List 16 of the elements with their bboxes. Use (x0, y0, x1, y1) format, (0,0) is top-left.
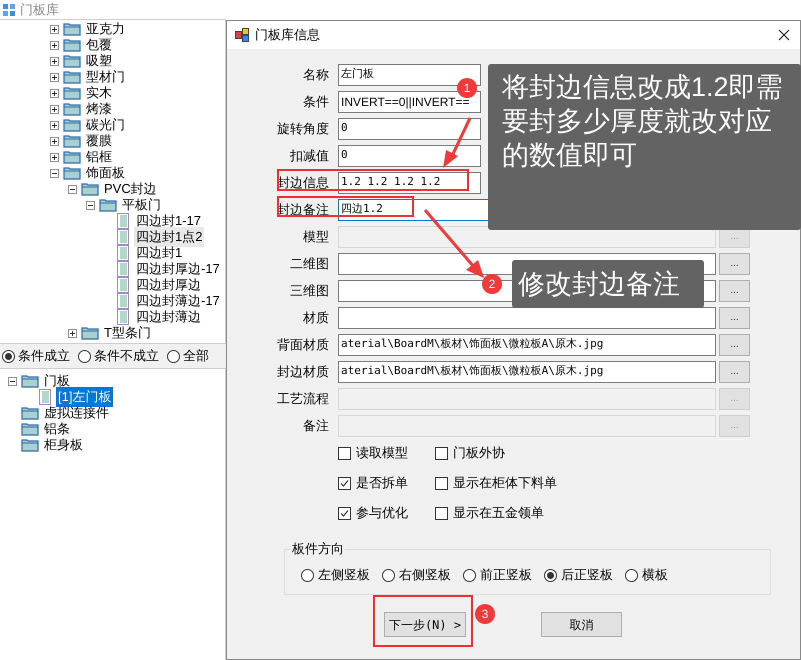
field-label: 工艺流程 (276, 390, 330, 408)
callout-tooltip: 修改封边备注 (512, 260, 704, 308)
field-label: 备注 (302, 416, 330, 435)
field-label: 条件 (302, 92, 330, 111)
field-label: 封边材质 (276, 362, 330, 381)
field-label: 扣减值 (289, 146, 330, 165)
field-label: 名称 (302, 66, 330, 84)
field-label: 模型 (302, 228, 330, 246)
field-label: 材质 (302, 308, 330, 327)
field-label: 三维图 (289, 282, 330, 300)
field-label: 背面材质 (276, 336, 330, 354)
field-label: 二维图 (289, 254, 330, 273)
field-label: 旋转角度 (276, 120, 330, 138)
callout-tooltip: 将封边信息改成1.2即需要封多少厚度就改对应的数值即可 (488, 64, 801, 230)
app-title: 门板库 (20, 0, 59, 19)
window-title: 门板库信息 (255, 26, 321, 44)
